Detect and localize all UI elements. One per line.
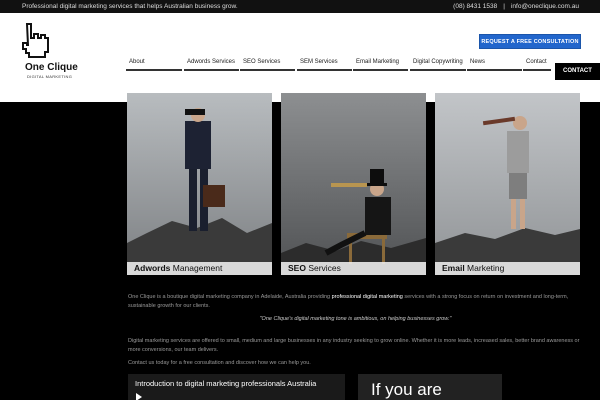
free-consultation-button[interactable]: REQUEST A FREE CONSULTATION <box>479 34 581 49</box>
card-seo[interactable]: SEO Services <box>281 93 426 275</box>
services-paragraph: Digital marketing services are offered t… <box>128 338 580 353</box>
card-caption: SEO Services <box>281 262 426 275</box>
email-link[interactable]: info@oneclique.com.au <box>511 3 579 10</box>
nav-sem[interactable]: SEM Services <box>297 57 352 71</box>
separator: | <box>503 3 505 10</box>
cursor-hand-icon <box>22 23 49 58</box>
tagline-quote: "One Clique's digital marketing tone is … <box>259 316 452 322</box>
card-email[interactable]: Email Marketing <box>435 93 580 275</box>
intro-video[interactable]: Introduction to digital marketing profes… <box>128 374 345 400</box>
contact-paragraph: Contact us today for a free consultation… <box>128 360 311 366</box>
nav-email-marketing[interactable]: Email Marketing <box>353 57 408 71</box>
video-title: Introduction to digital marketing profes… <box>135 379 317 388</box>
businessman-binoculars-image <box>127 93 272 275</box>
card-caption: Email Marketing <box>435 262 580 275</box>
logo-subtitle: DIGITAL MARKETING <box>27 74 73 79</box>
nav-seo[interactable]: SEO Services <box>240 57 295 71</box>
promo-text: If you are <box>371 380 442 399</box>
nav-adwords[interactable]: Adwords Services <box>184 57 239 71</box>
card-adwords[interactable]: Adwords Management <box>127 93 272 275</box>
nav-contact[interactable]: Contact <box>523 57 551 71</box>
top-contact: (08) 8431 1538 | info@oneclique.com.au <box>450 0 582 13</box>
logo-name: One Clique <box>25 62 78 73</box>
businesswoman-telescope-image <box>435 93 580 275</box>
tagline: Professional digital marketing services … <box>22 3 238 10</box>
intro-paragraph: One Clique is a boutique digital marketi… <box>128 294 569 309</box>
promo-box: If you are <box>358 374 502 400</box>
top-bar: Professional digital marketing services … <box>0 0 600 13</box>
logo[interactable]: One Clique DIGITAL MARKETING <box>18 22 88 82</box>
card-caption: Adwords Management <box>127 262 272 275</box>
phone-link[interactable]: (08) 8431 1538 <box>453 3 497 10</box>
nav-news[interactable]: News <box>467 57 522 71</box>
nav-copywriting[interactable]: Digital Copywriting <box>410 57 466 71</box>
contact-button[interactable]: CONTACT <box>555 63 600 80</box>
gentleman-telescope-image <box>281 93 426 275</box>
play-icon[interactable] <box>136 393 142 400</box>
nav-about[interactable]: About <box>126 57 182 71</box>
